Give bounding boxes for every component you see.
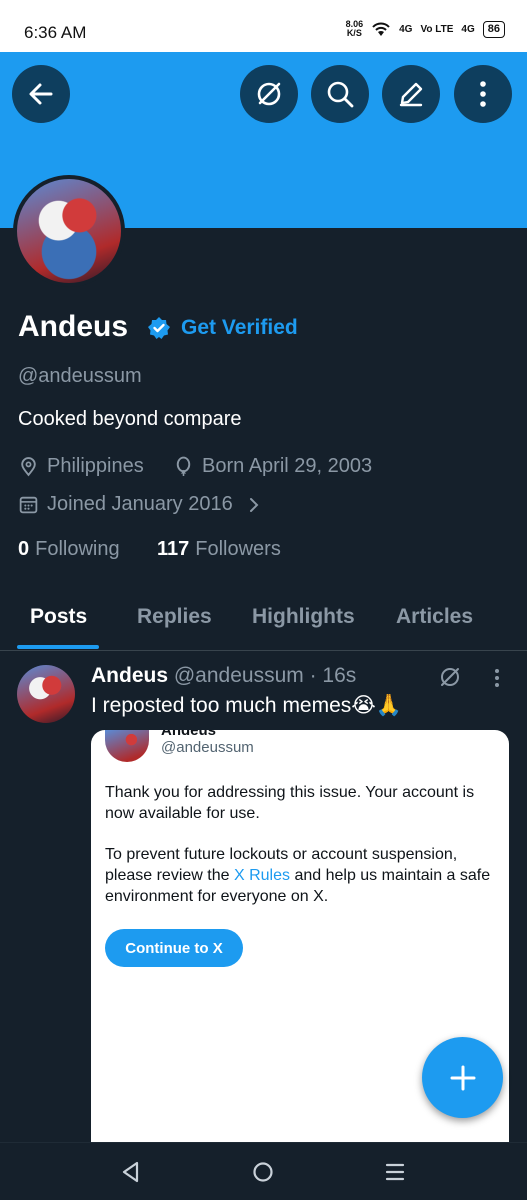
nav-recents-button[interactable] bbox=[380, 1157, 410, 1187]
followers-count: 117 bbox=[157, 538, 190, 560]
triangle-back-icon bbox=[122, 1161, 139, 1183]
grok-icon bbox=[257, 82, 281, 106]
tab-articles[interactable]: Articles bbox=[396, 605, 473, 629]
status-time: 6:36 AM bbox=[24, 23, 87, 42]
profile-birthday: Born April 29, 2003 bbox=[173, 455, 372, 478]
wifi-icon bbox=[372, 22, 390, 36]
followers-link[interactable]: 117 Followers bbox=[157, 538, 281, 561]
more-vertical-icon bbox=[480, 81, 486, 107]
edit-icon bbox=[399, 82, 423, 107]
card-avatar bbox=[105, 730, 149, 762]
tab-posts[interactable]: Posts bbox=[30, 605, 87, 629]
following-label: Following bbox=[35, 538, 120, 560]
system-navigation-bar bbox=[0, 1142, 527, 1200]
signal-4g-1: 4G bbox=[399, 23, 413, 35]
search-icon bbox=[327, 81, 354, 108]
search-button[interactable] bbox=[311, 65, 369, 123]
calendar-icon bbox=[19, 496, 38, 514]
post-meta: @andeussum · 16s bbox=[173, 664, 357, 687]
plus-icon bbox=[450, 1065, 475, 1090]
followers-label: Followers bbox=[195, 538, 281, 560]
post-text: I reposted too much memes😭🙏 bbox=[91, 694, 402, 717]
back-arrow-icon bbox=[29, 83, 53, 105]
birthday-text: Born April 29, 2003 bbox=[202, 455, 373, 477]
tab-highlights[interactable]: Highlights bbox=[252, 605, 355, 629]
continue-to-x-button: Continue to X bbox=[105, 929, 243, 967]
compose-post-button[interactable] bbox=[422, 1037, 503, 1118]
nav-home-button[interactable] bbox=[248, 1157, 278, 1187]
post-header: Andeus @andeussum · 16s bbox=[91, 664, 356, 688]
post-author-avatar[interactable] bbox=[17, 665, 75, 723]
grok-icon[interactable] bbox=[438, 665, 462, 689]
back-button[interactable] bbox=[12, 65, 70, 123]
volte-label: Vo LTE bbox=[420, 23, 454, 35]
profile-bio: Cooked beyond compare bbox=[18, 408, 242, 430]
status-icons: 8.06 K/S 4G Vo LTE 4G 86 bbox=[346, 20, 505, 38]
menu-lines-icon bbox=[385, 1163, 405, 1181]
active-tab-indicator bbox=[17, 645, 99, 649]
balloon-icon bbox=[176, 456, 191, 476]
more-options-button[interactable] bbox=[454, 65, 512, 123]
location-text: Philippines bbox=[47, 455, 144, 477]
verified-badge-icon bbox=[148, 317, 170, 339]
grok-button[interactable] bbox=[240, 65, 298, 123]
card-handle: @andeussum bbox=[161, 739, 254, 756]
profile-avatar[interactable] bbox=[13, 175, 125, 287]
card-paragraph-2: To prevent future lockouts or account su… bbox=[105, 844, 497, 907]
edit-button[interactable] bbox=[382, 65, 440, 123]
x-rules-link: X Rules bbox=[233, 867, 290, 884]
post-more-icon[interactable] bbox=[494, 668, 500, 688]
location-pin-icon bbox=[21, 457, 36, 477]
nav-back-button[interactable] bbox=[116, 1157, 146, 1187]
card-paragraph-1: Thank you for addressing this issue. You… bbox=[105, 784, 475, 822]
signal-4g-2: 4G bbox=[461, 23, 475, 35]
net-speed-unit: K/S bbox=[346, 28, 362, 38]
joined-text: Joined January 2016 bbox=[47, 493, 233, 515]
following-count: 0 bbox=[18, 538, 30, 560]
profile-location: Philippines bbox=[18, 455, 144, 478]
profile-name: Andeus bbox=[18, 310, 129, 343]
profile-handle: @andeussum bbox=[18, 365, 142, 387]
profile-joined[interactable]: Joined January 2016 bbox=[18, 493, 273, 516]
get-verified-link[interactable]: Get Verified bbox=[181, 316, 298, 340]
circle-home-icon bbox=[253, 1162, 273, 1182]
battery-indicator: 86 bbox=[482, 20, 505, 38]
card-name: Andeus bbox=[161, 730, 217, 739]
network-speed: 8.06 K/S bbox=[346, 20, 364, 38]
tabs-divider bbox=[0, 650, 527, 651]
following-link[interactable]: 0 Following bbox=[18, 538, 120, 561]
tab-replies[interactable]: Replies bbox=[137, 605, 212, 629]
status-bar: 6:36 AM 8.06 K/S 4G Vo LTE 4G 86 bbox=[0, 0, 527, 52]
post-author-name[interactable]: Andeus bbox=[91, 664, 168, 687]
chevron-right-icon bbox=[249, 497, 259, 512]
